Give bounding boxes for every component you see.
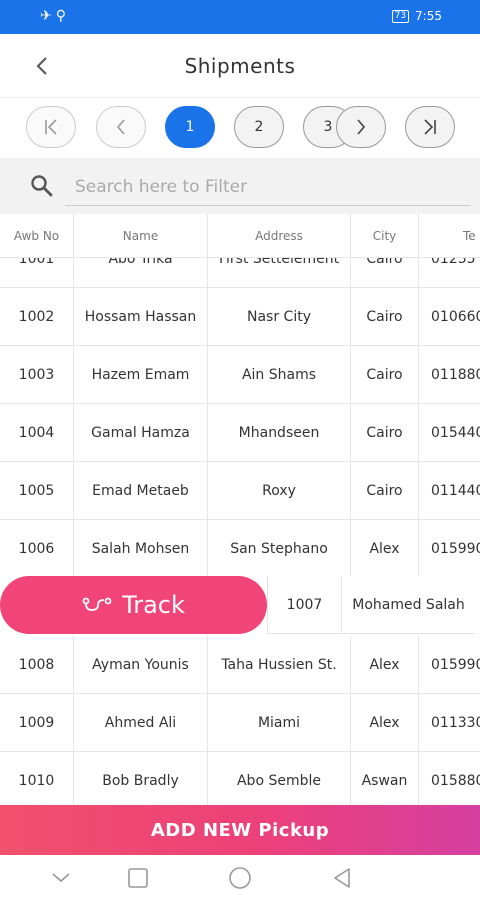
cell-tel: 011880 (419, 346, 480, 403)
page-button-2[interactable]: 2 (234, 106, 284, 148)
cell-tel: 010660 (419, 288, 480, 345)
status-left-icons: ✈⚲ (40, 8, 70, 24)
system-nav-bar (0, 855, 480, 900)
last-page-button[interactable] (405, 106, 455, 148)
airplane-icon: ✈ (40, 8, 56, 24)
prev-page-button[interactable] (96, 106, 146, 148)
cell-name: Emad Metaeb (74, 462, 208, 519)
square-icon (128, 868, 148, 888)
cell-awb: 1003 (0, 346, 74, 403)
cell-awb: 1010 (0, 752, 74, 805)
system-back-button[interactable] (327, 865, 357, 891)
app-bar: Shipments (0, 34, 480, 98)
table-row[interactable]: 1003 Hazem Emam Ain Shams Cairo 011880 (0, 346, 480, 404)
battery-indicator: 73 (391, 9, 410, 23)
table-row[interactable]: 1002 Hossam Hassan Nasr City Cairo 01066… (0, 288, 480, 346)
table-row[interactable]: 1008 Ayman Younis Taha Hussien St. Alex … (0, 636, 480, 694)
add-new-pickup-button[interactable]: ADD NEW Pickup (0, 805, 480, 855)
table-row[interactable]: 1005 Emad Metaeb Roxy Cairo 011440 (0, 462, 480, 520)
swiped-table-row[interactable]: 1007 Mohamed Salah Track (0, 576, 480, 634)
last-page-icon (424, 119, 436, 135)
search-icon (31, 175, 53, 197)
cell-address: Ain Shams (208, 346, 351, 403)
triangle-back-icon (334, 868, 350, 888)
cell-name: Mohamed Salah (341, 576, 475, 633)
cell-city: Alex (351, 694, 419, 751)
cell-city: Alex (351, 520, 419, 577)
cell-tel: 011440 (419, 462, 480, 519)
shipments-table: 1001 Abo Trika First Settelement Cairo 0… (0, 214, 480, 805)
first-page-button[interactable] (26, 106, 76, 148)
route-icon (82, 597, 112, 611)
chevron-down-icon (52, 873, 70, 883)
cell-tel: 015990 (419, 636, 480, 693)
status-right: 73 7:55 (391, 9, 442, 23)
cell-awb: 1007 (267, 576, 341, 633)
cell-tel: 015440 (419, 404, 480, 461)
cell-name: Hossam Hassan (74, 288, 208, 345)
cell-awb: 1004 (0, 404, 74, 461)
swiped-row-cells: 1007 Mohamed Salah (267, 576, 475, 634)
cell-tel: 015990 (419, 520, 480, 577)
cell-awb: 1009 (0, 694, 74, 751)
chevron-right-icon (357, 119, 366, 135)
cell-address: Abo Semble (208, 752, 351, 805)
cell-city: Alex (351, 636, 419, 693)
cell-name: Bob Bradly (74, 752, 208, 805)
pagination: 1 2 3 (0, 98, 480, 158)
cell-tel: 011330 (419, 694, 480, 751)
cell-city: Cairo (351, 288, 419, 345)
cell-awb: 1006 (0, 520, 74, 577)
cell-city: Cairo (351, 404, 419, 461)
cell-tel: 015880 (419, 752, 480, 805)
home-button[interactable] (225, 865, 255, 891)
cell-address: San Stephano (208, 520, 351, 577)
search-bar (0, 158, 480, 214)
cell-address: Roxy (208, 462, 351, 519)
usb-icon: ⚲ (55, 8, 70, 24)
chevron-left-icon (116, 119, 125, 135)
cell-city: Cairo (351, 462, 419, 519)
cell-awb: 1002 (0, 288, 74, 345)
table-row[interactable]: 1006 Salah Mohsen San Stephano Alex 0159… (0, 520, 480, 578)
table-row[interactable]: 1010 Bob Bradly Abo Semble Aswan 015880 (0, 752, 480, 805)
next-page-button[interactable] (336, 106, 386, 148)
cell-address: Miami (208, 694, 351, 751)
status-time: 7:55 (415, 9, 442, 23)
hide-keyboard-button[interactable] (46, 865, 76, 891)
column-header-city[interactable]: City (351, 214, 419, 257)
cell-address: Mhandseen (208, 404, 351, 461)
table-row[interactable]: 1009 Ahmed Ali Miami Alex 011330 (0, 694, 480, 752)
column-header-awb[interactable]: Awb No (0, 214, 74, 257)
track-button[interactable]: Track (0, 576, 267, 634)
cell-address: Nasr City (208, 288, 351, 345)
cell-awb: 1008 (0, 636, 74, 693)
add-pickup-label: ADD NEW Pickup (150, 819, 330, 841)
page-title: Shipments (184, 54, 296, 78)
recents-button[interactable] (123, 865, 153, 891)
table-header: Awb No Name Address City Te (0, 214, 480, 258)
track-label: Track (122, 591, 185, 619)
cell-name: Hazem Emam (74, 346, 208, 403)
cell-address: Taha Hussien St. (208, 636, 351, 693)
circle-icon (229, 867, 251, 889)
search-input[interactable] (65, 168, 470, 206)
table-row[interactable]: 1004 Gamal Hamza Mhandseen Cairo 015440 (0, 404, 480, 462)
cell-name: Salah Mohsen (74, 520, 208, 577)
cell-name: Ayman Younis (74, 636, 208, 693)
cell-name: Gamal Hamza (74, 404, 208, 461)
cell-city: Aswan (351, 752, 419, 805)
column-header-name[interactable]: Name (74, 214, 208, 257)
column-header-tel[interactable]: Te (419, 214, 480, 257)
column-header-address[interactable]: Address (208, 214, 351, 257)
cell-name: Ahmed Ali (74, 694, 208, 751)
status-bar: ✈⚲ 73 7:55 (0, 0, 480, 34)
cell-awb: 1005 (0, 462, 74, 519)
first-page-icon (45, 119, 57, 135)
page-button-1[interactable]: 1 (165, 106, 215, 148)
cell-city: Cairo (351, 346, 419, 403)
